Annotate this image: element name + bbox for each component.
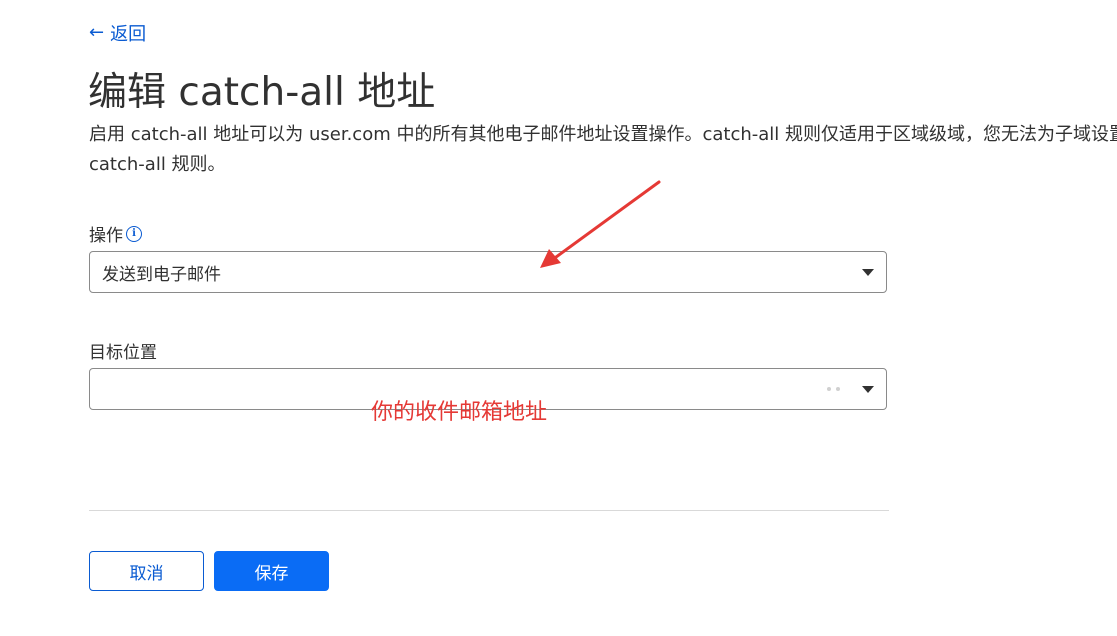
divider (89, 510, 889, 511)
cancel-button[interactable]: 取消 (89, 551, 204, 591)
action-select-value: 发送到电子邮件 (102, 264, 221, 285)
chevron-down-icon (862, 268, 874, 276)
action-select[interactable]: 发送到电子邮件 (89, 251, 887, 293)
action-field-label: 操作 i (89, 221, 142, 246)
back-link[interactable]: ← 返回 (89, 20, 146, 46)
chevron-down-icon (862, 385, 874, 393)
save-button[interactable]: 保存 (214, 551, 329, 591)
back-link-label: 返回 (110, 24, 147, 45)
page-description: 启用 catch-all 地址可以为 user.com 中的所有其他电子邮件地址… (89, 124, 1117, 175)
annotation-text: 你的收件邮箱地址 (371, 400, 548, 425)
arrow-left-icon: ← (89, 22, 105, 43)
page-title: 编辑 catch-all 地址 (88, 70, 436, 115)
destination-field-label: 目标位置 (89, 338, 157, 363)
loading-indicator-icon (827, 387, 840, 391)
action-label-text: 操作 (89, 226, 123, 246)
info-icon[interactable]: i (126, 225, 142, 242)
destination-label-text: 目标位置 (89, 343, 157, 363)
